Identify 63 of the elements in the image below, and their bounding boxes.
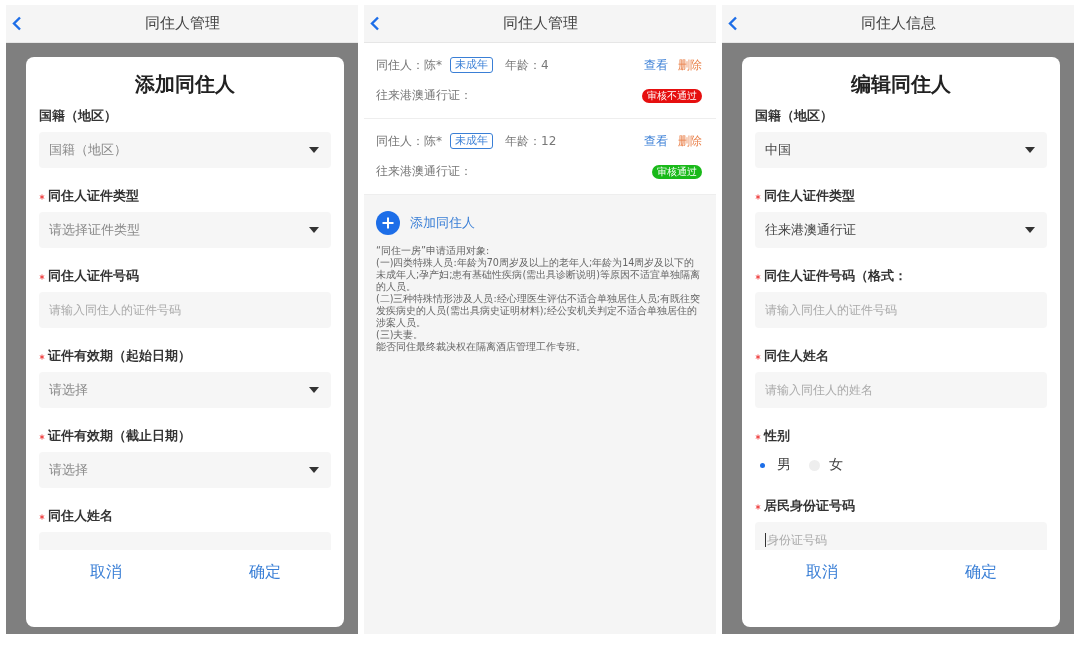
cancel-button[interactable]: 取消 [79, 560, 132, 585]
field-label: 证件有效期（起始日期） [48, 348, 191, 365]
dropdown-caret-icon [1025, 147, 1035, 153]
field-label: 国籍（地区） [755, 108, 833, 125]
add-resident-button[interactable]: 添加同住人 [376, 211, 704, 235]
back-icon[interactable] [728, 16, 738, 31]
document-label: 往来港澳通行证： [376, 87, 472, 105]
back-icon[interactable] [12, 16, 22, 31]
field-label: 同住人姓名 [764, 348, 829, 365]
resident-name: 同住人：陈* [376, 132, 442, 150]
dialog-title: 编辑同住人 [851, 71, 951, 98]
notice-text: (一)四类特殊人员:年龄为70周岁及以上的老年人;年龄为14周岁及以下的未成年人;孕产妇;患有基础性疾病(需出具诊断说明)等原因不适宜单独隔离的人员。 [376, 257, 701, 293]
field-label: 同住人证件类型 [764, 188, 855, 205]
cancel-button[interactable]: 取消 [795, 560, 848, 585]
confirm-button[interactable]: 确定 [954, 560, 1007, 585]
notice-text: (二)三种特殊情形涉及人员:经心理医生评估不适合单独居住人员;有既往突发疾病史的人员(需出具病史证明材料);经公安机关判定不适合单独居住的涉案人员。 [376, 293, 701, 329]
dialog-title: 添加同住人 [135, 71, 235, 98]
radio-option[interactable]: 男 [757, 456, 791, 474]
field-label: 性别 [764, 428, 790, 445]
select-field[interactable]: 中国 [755, 132, 1047, 168]
view-link[interactable]: 查看 [634, 56, 668, 74]
input-field[interactable]: 请输入同住人的证件号码 [755, 292, 1047, 328]
back-icon[interactable] [370, 16, 380, 31]
resident-name: 同住人：陈* [376, 56, 442, 74]
dropdown-caret-icon [309, 147, 319, 153]
select-field[interactable]: 往来港澳通行证 [755, 212, 1047, 248]
select-field[interactable]: 请选择证件类型 [39, 212, 331, 248]
select-field[interactable]: 请选择 [39, 452, 331, 488]
field-label: 证件有效期（截止日期） [48, 428, 191, 445]
minor-tag: 未成年 [450, 57, 493, 74]
field-label: 同住人证件类型 [48, 188, 139, 205]
notice-text: “同住一房”申请适用对象: [376, 245, 491, 257]
page-title: 同住人信息 [860, 14, 936, 33]
dropdown-caret-icon [309, 387, 319, 393]
input-field[interactable]: 身份证号码 [755, 522, 1047, 550]
confirm-button[interactable]: 确定 [238, 560, 291, 585]
notice-text: (三)夫妻。 [376, 329, 425, 341]
dropdown-caret-icon [309, 467, 319, 473]
resident-age: 年龄：12 [505, 132, 557, 150]
view-link[interactable]: 查看 [634, 132, 668, 150]
field-label: 同住人证件号码（格式： [764, 268, 907, 285]
radio-option[interactable]: 女 [809, 456, 843, 474]
status-badge: 审核通过 [652, 164, 702, 179]
delete-link[interactable]: 删除 [668, 132, 702, 150]
field-label: 国籍（地区） [39, 108, 117, 125]
select-field[interactable]: 国籍（地区） [39, 132, 331, 168]
dropdown-caret-icon [309, 227, 319, 233]
delete-link[interactable]: 删除 [668, 56, 702, 74]
page-title: 同住人管理 [144, 14, 220, 33]
input-field[interactable]: 请输入同住人的证件号码 [39, 292, 331, 328]
resident-age: 年龄：4 [505, 56, 549, 74]
field-label: 居民身份证号码 [764, 498, 855, 515]
field-label: 同住人证件号码 [48, 268, 139, 285]
plus-icon [376, 211, 400, 235]
page-title: 同住人管理 [502, 14, 578, 33]
dropdown-caret-icon [1025, 227, 1035, 233]
notice-text: 能否同住最终裁决权在隔离酒店管理工作专班。 [376, 341, 587, 353]
input-field[interactable]: 请输入同住人的姓名 [755, 372, 1047, 408]
field-label: 同住人姓名 [48, 508, 113, 525]
document-label: 往来港澳通行证： [376, 163, 472, 181]
minor-tag: 未成年 [450, 133, 493, 150]
select-field[interactable]: 请选择 [39, 372, 331, 408]
status-badge: 审核不通过 [642, 88, 702, 103]
